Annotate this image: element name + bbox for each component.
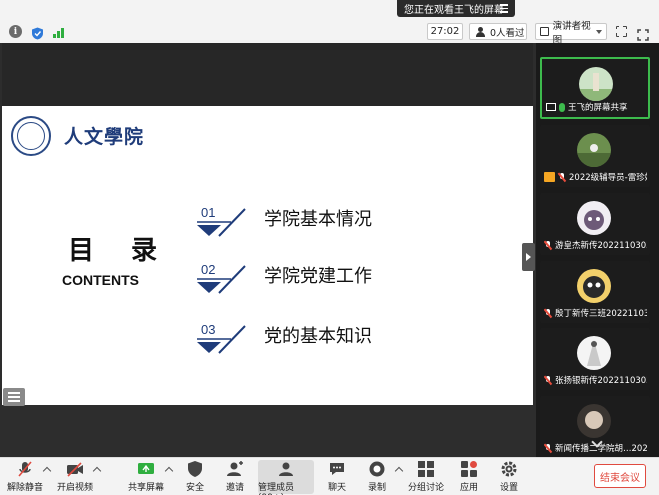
toc-number: 02 [201,262,216,277]
viewing-banner[interactable]: 您正在观看王飞的屏幕 [397,0,515,17]
participant-tile[interactable]: 殷丁新传三班2022110303 [540,261,650,323]
fullscreen-icon[interactable] [615,25,627,37]
user-badge-icon [544,172,555,182]
apps-icon [460,460,478,478]
expand-icon[interactable] [637,26,649,41]
share-screen-label: 共享屏幕 [127,483,164,493]
add-user-icon [226,460,244,478]
participant-name: 殷丁新传三班2022110303 [555,309,647,319]
unmute-button[interactable]: 解除静音 [6,460,44,494]
info-icon[interactable]: i [9,25,22,38]
mic-muted-icon [544,443,552,453]
speaker-view-icon [540,27,549,36]
mic-muted-icon [558,172,566,182]
breakout-rooms-label: 分组讨论 [408,483,445,493]
mic-icon [559,102,565,112]
breakout-rooms-icon [417,460,435,478]
mic-muted-icon [544,240,552,250]
security-label: 安全 [185,483,204,493]
avatar [577,404,611,438]
toc-label: 学院党建工作 [264,266,372,287]
avatar [577,269,611,303]
invite-button[interactable]: 邀请 [222,460,248,494]
share-screen-icon [137,460,155,478]
toc-label: 党的基本知识 [264,326,372,347]
share-screen-button[interactable]: 共享屏幕 [126,460,166,494]
network-signal-icon[interactable] [53,25,66,38]
meeting-timer: 27:02 [427,23,463,40]
mic-muted-icon [544,308,552,318]
chat-label: 聊天 [327,483,346,493]
view-mode-label: 演讲者视图 [552,20,591,46]
college-name: 人文學院 [64,126,145,148]
chevron-up-icon[interactable] [42,466,52,476]
chat-button[interactable]: 聊天 [324,460,350,494]
mic-muted-icon [544,375,552,385]
settings-label: 设置 [499,483,518,493]
start-video-button[interactable]: 开启视频 [56,460,94,494]
mic-muted-icon [16,460,34,478]
participant-tile[interactable]: 张扬银新传2022110303 [540,328,650,390]
participant-tile[interactable]: 游皇杰新传2022110303 [540,193,650,255]
avatar [577,201,611,235]
participant-name: 2022级辅导员-雷珍妮 [569,173,647,183]
invite-label: 邀请 [225,483,244,493]
participant-name: 游皇杰新传2022110303 [555,241,647,251]
apps-button[interactable]: 应用 [456,460,482,494]
start-video-label: 开启视频 [56,483,93,493]
security-button[interactable]: 安全 [182,460,208,494]
toc-number: 01 [201,205,216,220]
manage-participants-label: 管理成员(99+) [258,483,295,495]
toc-item: 01 学院基本情况 [197,205,457,245]
toc-label: 学院基本情况 [264,209,372,230]
slide-top-band [2,43,533,106]
menu-icon[interactable] [500,4,508,13]
participants-icon [277,460,295,478]
bottom-toolbar: 解除静音 开启视频 共享屏幕 安全 邀请 管理成员(99+) 聊天 录制 分组讨… [0,457,659,495]
record-label: 录制 [367,483,386,493]
record-button[interactable]: 录制 [364,460,390,494]
participant-tile[interactable]: 2022级辅导员-雷珍妮 [540,125,650,187]
view-mode-dropdown[interactable]: 演讲者视图 [535,21,607,46]
gear-icon [500,460,518,478]
viewers-count[interactable]: 0人看过 [469,23,527,40]
toc-subtitle: CONTENTS [62,272,139,288]
breakout-rooms-button[interactable]: 分组讨论 [408,460,444,494]
viewing-banner-text: 您正在观看王飞的屏幕 [404,5,504,16]
chevron-up-icon[interactable] [164,466,174,476]
toc-item: 03 党的基本知识 [197,322,457,362]
person-icon [475,26,486,37]
avatar [579,67,613,101]
list-toggle-button[interactable] [3,388,25,406]
video-off-icon [66,460,84,478]
shield-icon[interactable] [31,25,44,40]
settings-button[interactable]: 设置 [496,460,522,494]
collapse-panel-button[interactable] [522,243,535,271]
avatar [577,133,611,167]
record-icon [368,460,386,478]
viewers-label: 0人看过 [490,27,525,39]
screen-share-icon [546,103,556,111]
college-seal-logo [11,116,51,156]
participant-name: 张扬银新传2022110303 [555,376,647,386]
participant-name: 王飞的屏幕共享 [568,103,628,113]
apps-label: 应用 [459,483,478,493]
toc-item: 02 学院党建工作 [197,262,457,302]
chat-icon [328,460,346,478]
chevron-down-icon [596,29,602,34]
unmute-label: 解除静音 [6,483,43,493]
manage-participants-button[interactable]: 管理成员(99+) [258,460,314,495]
chevron-up-icon[interactable] [394,466,404,476]
toc-number: 03 [201,322,216,337]
avatar [577,336,611,370]
end-meeting-button[interactable]: 结束会议 [594,464,646,488]
shield-icon [186,460,204,478]
toc-title: 目 录 [68,236,172,266]
participant-tile[interactable]: 王飞的屏幕共享 [540,57,650,119]
chevron-up-icon[interactable] [92,466,102,476]
participant-tile[interactable]: 新闻传播二学院胡…2022 [540,396,650,458]
participant-name: 新闻传播二学院胡…2022 [555,444,647,454]
